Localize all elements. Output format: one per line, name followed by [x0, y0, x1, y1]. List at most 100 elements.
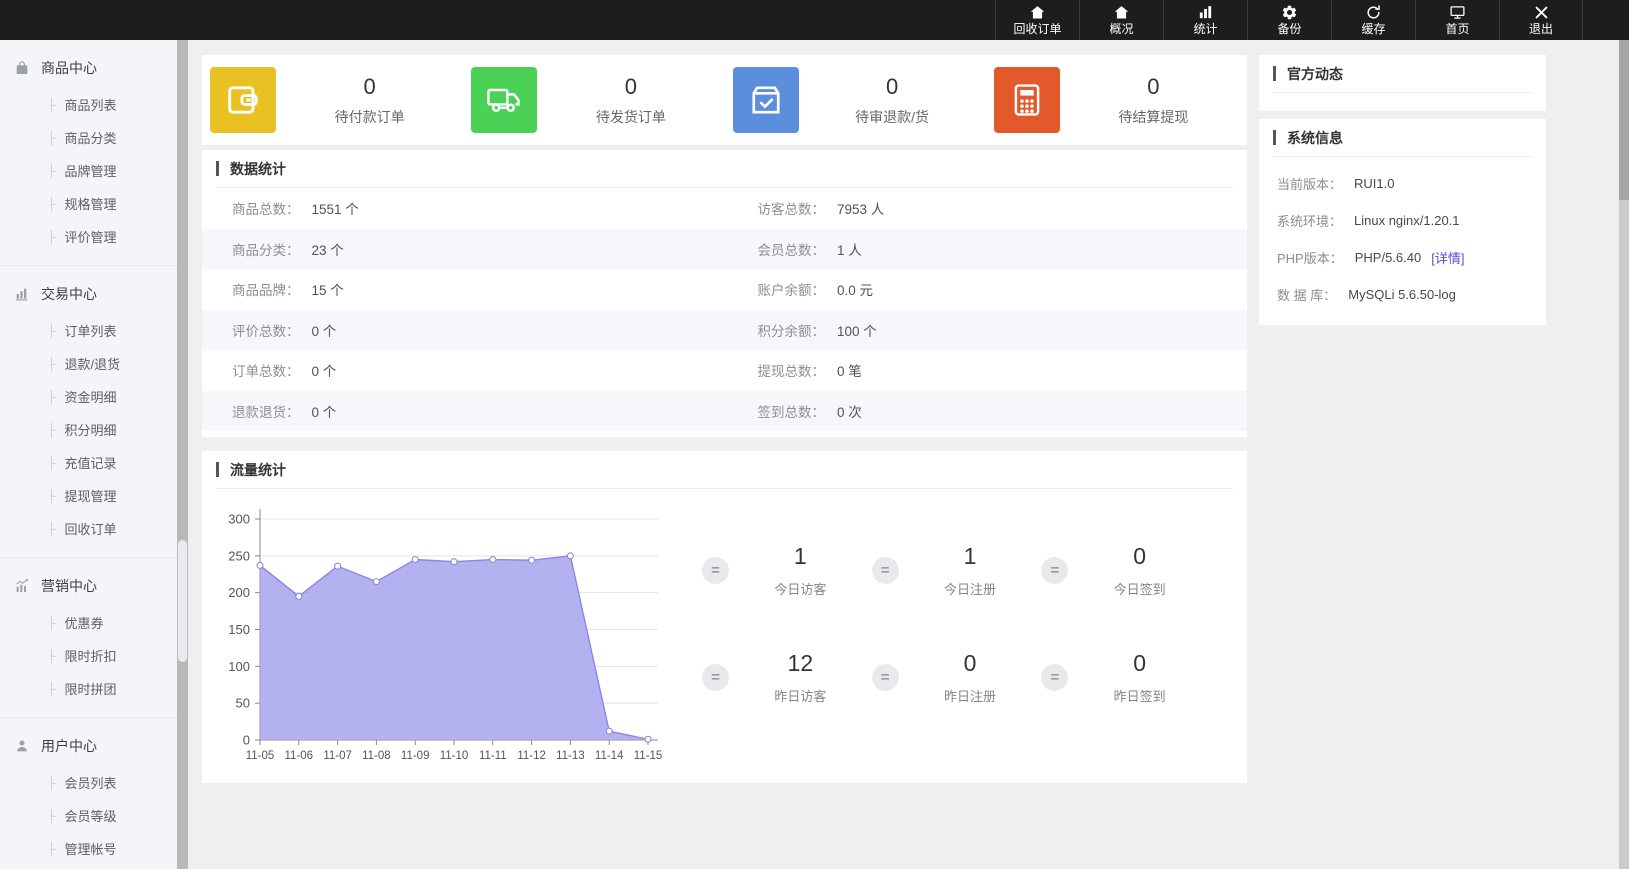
- monitor-icon: [1449, 4, 1466, 21]
- traffic-stat-label: 今日签到: [1068, 579, 1211, 598]
- equals-circle-icon: =: [1041, 557, 1068, 584]
- tree-branch-glyph: ├: [47, 357, 56, 371]
- tree-branch-glyph: ├: [47, 649, 56, 663]
- stats-cell: 商品总数：1551 个: [202, 198, 722, 218]
- sidebar-item-user-center-1[interactable]: ├ 会员等级: [0, 799, 177, 832]
- stats-cell: 退款退货：0 个: [202, 401, 722, 421]
- sidebar-scrollbar-thumb[interactable]: [178, 540, 187, 662]
- topbar-item-label: 退出: [1529, 23, 1553, 36]
- sidebar-section-marketing-center: 营销中心├优惠券├限时折扣├限时拼团: [0, 558, 177, 718]
- sidebar-item-marketing-center-0[interactable]: ├优惠券: [0, 606, 177, 639]
- equals-circle-icon: =: [702, 664, 729, 691]
- summary-card-info: 0待审退款/货: [799, 74, 986, 127]
- stats-cell: 商品分类：23 个: [202, 239, 722, 259]
- section-marker: [216, 462, 219, 477]
- sidebar-item-goods-center-3[interactable]: ├规格管理: [0, 187, 177, 220]
- equals-circle-icon: =: [1041, 664, 1068, 691]
- sidebar-item-marketing-center-1[interactable]: ├限时折扣: [0, 639, 177, 672]
- sidebar-item-goods-center-2[interactable]: ├品牌管理: [0, 154, 177, 187]
- stats-cell: 积分余额：100 个: [722, 320, 1248, 340]
- sidebar-item-user-center-2[interactable]: ├管理帐号: [0, 832, 177, 865]
- sidebar-item-label: 积分明细: [65, 420, 117, 439]
- stat-value: 0.0 元: [837, 279, 873, 299]
- sidebar-item-trade-center-2[interactable]: ├资金明细: [0, 380, 177, 413]
- sidebar-item-trade-center-3[interactable]: ├积分明细: [0, 413, 177, 446]
- sidebar-item-user-center-3[interactable]: ├管理权限: [0, 865, 177, 869]
- sidebar-section-header-trade-center[interactable]: 交易中心: [0, 274, 177, 314]
- traffic-stat-yesterday-registrations: =0昨日注册: [872, 650, 1042, 705]
- tree-branch-glyph: ├: [47, 456, 56, 470]
- sidebar-section-user-center: 用户中心├会员列表 ├ 会员等级 ├管理帐号├管理权限: [0, 718, 177, 869]
- page-scrollbar[interactable]: [1619, 40, 1629, 869]
- summary-card-value: 0: [537, 74, 724, 100]
- sidebar-item-trade-center-5[interactable]: ├提现管理: [0, 479, 177, 512]
- topbar-item-overview[interactable]: 概况: [1079, 0, 1163, 40]
- traffic-body: 05010015020025030011-0511-0611-0711-0811…: [202, 489, 1247, 777]
- sidebar-item-label: 会员等级: [65, 806, 117, 825]
- home-icon: [1029, 4, 1046, 21]
- sidebar-section-header-user-center[interactable]: 用户中心: [0, 726, 177, 766]
- topbar-item-backup[interactable]: 备份: [1247, 0, 1331, 40]
- sidebar-item-marketing-center-2[interactable]: ├限时拼团: [0, 672, 177, 705]
- stat-label: 会员总数：: [758, 239, 826, 259]
- tree-branch-glyph: ├: [47, 809, 56, 823]
- tree-branch-glyph: ├: [47, 324, 56, 338]
- topbar-item-statistics[interactable]: 统计: [1163, 0, 1247, 40]
- svg-text:11-07: 11-07: [323, 750, 352, 762]
- sidebar-item-goods-center-1[interactable]: ├商品分类: [0, 121, 177, 154]
- right-column: 官方动态 系统信息 当前版本：RUI1.0系统环境：Linux nginx/1.…: [1259, 55, 1546, 325]
- stats-cell: 商品品牌：15 个: [202, 279, 722, 299]
- sidebar-section-header-goods-center[interactable]: 商品中心: [0, 48, 177, 88]
- close-icon: [1533, 4, 1550, 21]
- sidebar-item-trade-center-0[interactable]: ├ 订单列表: [0, 314, 177, 347]
- traffic-stat-info: 0昨日签到: [1068, 650, 1211, 705]
- pending-payment-card[interactable]: 0待付款订单: [202, 67, 463, 133]
- user-icon: [14, 738, 30, 754]
- stat-label: 提现总数：: [758, 360, 826, 380]
- equals-circle-icon: =: [872, 557, 899, 584]
- stats-cell: 访客总数：7953 人: [722, 198, 1248, 218]
- sidebar-section-trade-center: 交易中心├订单列表├退款/退货├资金明细├积分明细├充值记录├提现管理├回收订单: [0, 266, 177, 558]
- pending-refund-card[interactable]: 0待审退款/货: [725, 67, 986, 133]
- traffic-stat-value: 0: [1068, 650, 1211, 677]
- traffic-stat-label: 昨日注册: [899, 686, 1042, 705]
- sidebar-item-user-center-0[interactable]: ├会员列表: [0, 766, 177, 799]
- topbar-item-logout[interactable]: 退出: [1499, 0, 1583, 40]
- stat-value: 1551 个: [312, 198, 359, 218]
- system-info-label: 系统环境：: [1277, 211, 1342, 230]
- system-info-title: 系统信息: [1287, 128, 1343, 148]
- topbar-item-cache[interactable]: 缓存: [1331, 0, 1415, 40]
- svg-text:100: 100: [228, 659, 250, 674]
- stat-value: 0 个: [312, 401, 337, 421]
- sidebar-item-trade-center-4[interactable]: ├充值记录: [0, 446, 177, 479]
- sidebar-item-label: 规格管理: [65, 194, 117, 213]
- sidebar-item-goods-center-0[interactable]: ├商品列表: [0, 88, 177, 121]
- stat-label: 订单总数：: [232, 360, 300, 380]
- refresh-icon: [1365, 4, 1382, 21]
- summary-cards-strip: 0待付款订单0待发货订单 0待审退款/货0待结算提现: [202, 55, 1247, 145]
- traffic-stat-today-registrations: =1今日注册: [872, 543, 1042, 598]
- page-scrollbar-thumb[interactable]: [1619, 40, 1629, 200]
- data-stats-panel: 数据统计 商品总数：1551 个访客总数：7953 人商品分类：23 个 会员总数…: [202, 150, 1247, 437]
- stats-row-5: 退款退货：0 个签到总数：0 次: [202, 391, 1247, 432]
- pending-settlement-card[interactable]: 0待结算提现: [986, 67, 1247, 133]
- sidebar-item-trade-center-1[interactable]: ├ 退款/退货: [0, 347, 177, 380]
- trend-chart-icon: [14, 578, 30, 594]
- sidebar-item-label: 退款/退货: [65, 354, 121, 373]
- sidebar-section-header-marketing-center[interactable]: 营销中心: [0, 566, 177, 606]
- svg-text:11-10: 11-10: [440, 750, 469, 762]
- sidebar-item-goods-center-4[interactable]: ├评价管理: [0, 220, 177, 253]
- php-details-link[interactable]: [详情]: [1431, 248, 1464, 267]
- system-info-row-3: 数 据 库：MySQLi 5.6.50-log: [1261, 276, 1544, 313]
- topbar-item-recycle-orders[interactable]: 回收订单: [995, 0, 1079, 40]
- sidebar-scrollbar[interactable]: [177, 40, 188, 869]
- sidebar-item-trade-center-6[interactable]: ├回收订单: [0, 512, 177, 545]
- topbar-item-homepage[interactable]: 首页: [1415, 0, 1499, 40]
- pending-shipment-card[interactable]: 0待发货订单: [463, 67, 724, 133]
- data-stats-title: 数据统计: [230, 159, 286, 179]
- topbar-item-label: 概况: [1109, 23, 1133, 36]
- main-content: 0待付款订单0待发货订单 0待审退款/货0待结算提现 数据统计 商品总数：1551…: [188, 40, 1629, 869]
- svg-text:11-08: 11-08: [362, 750, 391, 762]
- traffic-title: 流量统计: [230, 460, 286, 480]
- sidebar-item-label: 订单列表: [65, 321, 117, 340]
